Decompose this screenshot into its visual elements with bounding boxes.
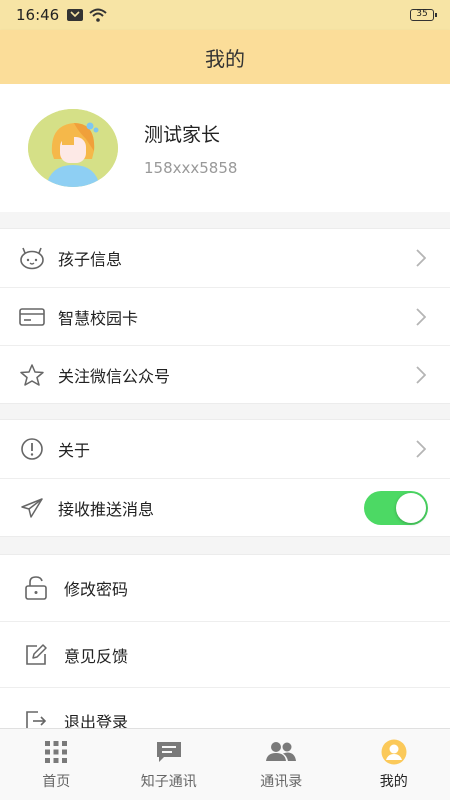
tab-label-mine: 我的	[379, 773, 408, 790]
tab-label-home: 首页	[42, 773, 71, 790]
menu-label-campus-card: 智慧校园卡	[58, 308, 139, 328]
menu-item-push-messages: 接收推送消息	[0, 478, 450, 536]
status-bar: 16:46 35	[0, 0, 450, 30]
chevron-right-icon	[414, 248, 428, 268]
menu-label-push-messages: 接收推送消息	[58, 499, 155, 519]
tab-home[interactable]: 首页	[0, 729, 113, 800]
menu-item-wechat-follow[interactable]: 关注微信公众号	[0, 345, 450, 403]
tab-mine[interactable]: 我的	[338, 729, 450, 800]
profile-name: 测试家长	[144, 123, 221, 146]
bottom-tab-bar: 首页 知子通讯 通讯录 我的	[0, 728, 450, 800]
tab-contacts[interactable]: 通讯录	[225, 729, 338, 800]
chevron-right-icon	[414, 307, 428, 327]
contacts-icon	[266, 739, 297, 765]
tab-messages[interactable]: 知子通讯	[113, 729, 226, 800]
menu-label-about: 关于	[58, 441, 91, 460]
profile-phone: 158xxx5858	[144, 158, 238, 177]
message-icon	[156, 739, 182, 765]
unlock-icon	[22, 574, 50, 602]
toggle-knob	[396, 492, 426, 523]
menu-item-feedback[interactable]: 意见反馈	[0, 621, 450, 687]
edit-icon	[22, 641, 50, 669]
grid-icon	[45, 739, 68, 765]
menu-item-campus-card[interactable]: 智慧校园卡	[0, 287, 450, 345]
tab-label-contacts: 通讯录	[260, 773, 303, 790]
info-alert-icon	[18, 435, 46, 463]
send-icon	[18, 494, 46, 522]
menu-label-change-password: 修改密码	[64, 580, 129, 599]
battery-icon: 35	[410, 9, 437, 21]
tab-label-messages: 知子通讯	[140, 773, 197, 790]
avatar[interactable]	[28, 109, 118, 187]
menu-group-2: 关于 接收推送消息	[0, 419, 450, 537]
menu-label-child-info: 孩子信息	[58, 250, 123, 269]
menu-label-feedback: 意见反馈	[64, 646, 129, 666]
user-icon	[381, 739, 407, 765]
chevron-right-icon	[414, 365, 428, 385]
page-title: 我的	[205, 46, 245, 71]
menu-item-child-info[interactable]: 孩子信息	[0, 229, 450, 287]
menu-item-about[interactable]: 关于	[0, 420, 450, 478]
menu-item-change-password[interactable]: 修改密码	[0, 555, 450, 621]
menu-label-wechat-follow: 关注微信公众号	[58, 366, 171, 386]
chevron-right-icon	[414, 439, 428, 459]
child-face-icon	[18, 244, 46, 272]
page-header: 我的	[0, 30, 450, 84]
push-toggle[interactable]	[364, 490, 428, 525]
menu-group-1: 孩子信息 智慧校园卡 关注微信公众号	[0, 228, 450, 404]
status-time: 16:46	[16, 6, 60, 24]
notification-icon	[67, 9, 84, 21]
profile-card[interactable]: 测试家长 158xxx5858	[0, 84, 450, 212]
wifi-icon	[89, 8, 107, 22]
menu-group-3: 修改密码 意见反馈 退出登录	[0, 554, 450, 754]
card-icon	[18, 303, 46, 331]
star-icon	[18, 361, 46, 389]
